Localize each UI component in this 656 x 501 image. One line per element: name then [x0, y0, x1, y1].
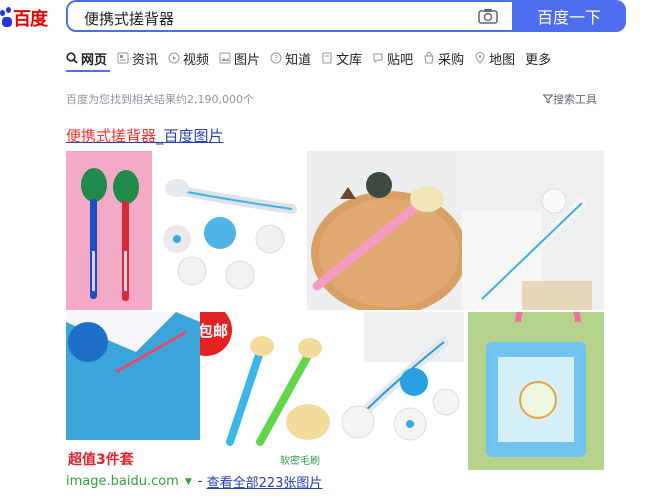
tab-label: 网页	[81, 52, 108, 68]
logo-text: 百度	[13, 9, 48, 30]
map-pin-icon	[475, 52, 485, 64]
tab-label: 文库	[336, 52, 363, 68]
tab-label: 知道	[285, 52, 312, 68]
paw-icon	[0, 7, 12, 29]
source-site[interactable]: image.baidu.com	[66, 474, 179, 489]
image-green-blue-brushes[interactable]: 包邮 软密毛刷	[200, 312, 334, 470]
badge-text: 超值3件套	[67, 451, 134, 468]
forum-icon	[373, 53, 383, 63]
tab-label: 视频	[183, 52, 210, 68]
active-tab-indicator	[66, 70, 110, 72]
news-icon	[117, 52, 129, 64]
image-white-brush-on-towel[interactable]	[462, 151, 604, 310]
tab-web[interactable]: 网页	[66, 48, 107, 68]
video-icon	[168, 52, 180, 64]
search-icon	[66, 52, 78, 64]
tab-news[interactable]: 资讯	[117, 48, 158, 68]
tab-caigou[interactable]: 采购	[423, 48, 464, 68]
tab-label: 地图	[489, 52, 516, 68]
search-tools-label: 搜索工具	[553, 93, 597, 106]
image-result-footer: image.baidu.com ▼ - 查看全部223张图片	[66, 472, 322, 491]
image-icon	[219, 52, 231, 64]
search-query-text: 便携式搓背器	[84, 10, 175, 28]
tab-label: 图片	[234, 52, 261, 68]
tab-zhidao[interactable]: ? 知道	[270, 48, 311, 68]
tab-label: 资讯	[132, 52, 159, 68]
result-keyword: 便携式搓背器	[66, 127, 157, 145]
result-count: 百度为您找到相关结果约2,190,000个	[66, 93, 254, 106]
svg-text:?: ?	[274, 54, 278, 63]
separator: -	[197, 474, 207, 489]
image-blue-boxed-brush[interactable]	[468, 312, 604, 470]
shopping-icon	[424, 52, 434, 64]
tab-label: 更多	[525, 52, 552, 68]
tab-label: 采购	[438, 52, 465, 68]
result-title-anchor[interactable]: 便携式搓背器_百度图片	[66, 127, 224, 145]
tab-video[interactable]: 视频	[168, 48, 209, 68]
search-tabs: 网页 资讯 视频 图片 ? 知道 文库 贴吧 采购 地图 更多	[66, 48, 561, 68]
search-tools-button[interactable]: 搜索工具	[543, 91, 597, 107]
tab-wenku[interactable]: 文库	[321, 48, 362, 68]
search-button[interactable]: 百度一下	[512, 0, 626, 32]
image-white-brush-with-pads[interactable]	[152, 151, 307, 310]
image-red-blue-brushes[interactable]	[66, 151, 152, 310]
question-icon: ?	[270, 52, 282, 64]
image-blue-towel-set[interactable]: 超值3件套	[66, 312, 200, 470]
soft-bristle-text: 软密毛刷	[280, 454, 320, 467]
result-title-link[interactable]: 便携式搓背器_百度图片	[66, 125, 224, 146]
tab-image[interactable]: 图片	[219, 48, 260, 68]
view-all-images-link[interactable]: 查看全部223张图片	[207, 472, 323, 491]
filter-icon	[543, 94, 553, 104]
image-white-brush-with-sponge[interactable]	[334, 312, 468, 470]
search-input[interactable]: 便携式搓背器	[66, 0, 512, 32]
dropdown-arrow-icon[interactable]: ▼	[185, 477, 192, 487]
camera-icon[interactable]	[478, 8, 498, 24]
tab-more[interactable]: 更多	[525, 48, 551, 68]
image-pink-brush-on-tray[interactable]	[307, 151, 462, 310]
tab-tieba[interactable]: 贴吧	[372, 48, 413, 68]
baidu-logo[interactable]: 百度	[0, 4, 48, 32]
result-suffix: _百度图片	[156, 127, 224, 145]
tab-map[interactable]: 地图	[474, 48, 515, 68]
document-icon	[322, 52, 332, 64]
tab-label: 贴吧	[387, 52, 414, 68]
promo-text: 包邮	[200, 322, 228, 340]
